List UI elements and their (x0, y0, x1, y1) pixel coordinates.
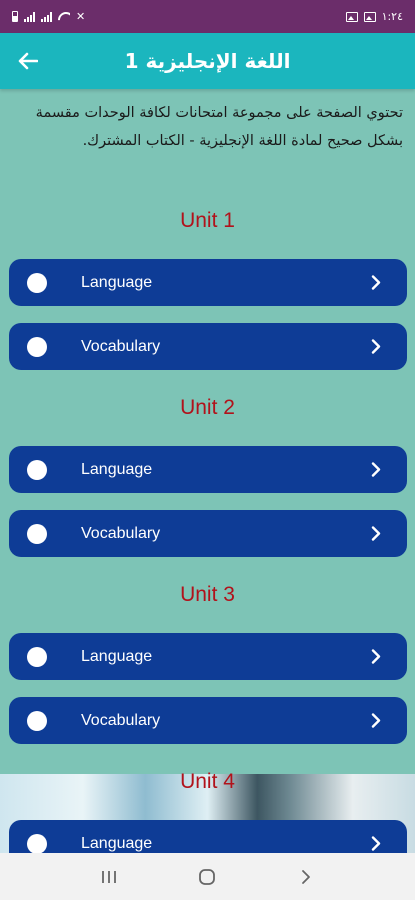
status-time: ١:٢٤ (381, 10, 403, 23)
unit1-vocabulary-button[interactable]: Vocabulary (9, 323, 407, 370)
circle-icon (27, 273, 47, 293)
unit1-language-button[interactable]: Language (9, 259, 407, 306)
chevron-right-icon (371, 713, 381, 728)
circle-icon (27, 524, 47, 544)
unit2-vocabulary-button[interactable]: Vocabulary (9, 510, 407, 557)
battery-icon (12, 11, 18, 22)
item-label: Language (81, 648, 153, 665)
item-label: Vocabulary (81, 525, 161, 542)
unit2-language-button[interactable]: Language (9, 446, 407, 493)
arrow-left-icon (18, 52, 38, 70)
item-label: Vocabulary (81, 338, 161, 355)
circle-icon (27, 711, 47, 731)
circle-icon (27, 834, 47, 853)
item-label: Vocabulary (81, 712, 161, 729)
circle-icon (27, 460, 47, 480)
chevron-right-icon (371, 836, 381, 851)
circle-icon (27, 647, 47, 667)
status-bar: ✕ ١:٢٤ (0, 0, 415, 33)
recent-apps-icon (102, 870, 117, 883)
item-label: Language (81, 461, 153, 478)
chevron-right-icon (371, 649, 381, 664)
signal-icon-2 (41, 11, 52, 22)
mute-icon: ✕ (76, 9, 86, 23)
unit3-vocabulary-button[interactable]: Vocabulary (9, 697, 407, 744)
chevron-right-icon (371, 275, 381, 290)
unit-title: Unit 2 (180, 396, 235, 419)
chevron-right-icon (301, 869, 310, 884)
item-label: Language (81, 835, 153, 852)
item-label: Language (81, 274, 153, 291)
app-header: اللغة الإنجليزية 1 (0, 33, 415, 89)
status-icons-left: ✕ (12, 11, 85, 22)
chevron-right-icon (371, 339, 381, 354)
recent-apps-button[interactable] (89, 862, 129, 892)
chevron-right-icon (371, 462, 381, 477)
circle-icon (27, 337, 47, 357)
nav-back-button[interactable] (286, 862, 326, 892)
wifi-icon (58, 12, 70, 22)
home-icon (199, 868, 216, 885)
unit-title: Unit 1 (180, 209, 235, 232)
unit3-language-button[interactable]: Language (9, 633, 407, 680)
unit4-language-button[interactable]: Language (9, 820, 407, 853)
content-area[interactable]: تحتوي الصفحة على مجموعة امتحانات لكافة ا… (0, 89, 415, 853)
status-icons-right: ١:٢٤ (345, 10, 403, 23)
intro-text: تحتوي الصفحة على مجموعة امتحانات لكافة ا… (35, 105, 403, 149)
gallery-notification-icon (363, 11, 376, 22)
chevron-right-icon (371, 526, 381, 541)
page-title: اللغة الإنجليزية 1 (124, 49, 291, 73)
unit-title: Unit 3 (180, 583, 235, 606)
back-button[interactable] (12, 45, 44, 77)
navigation-bar (0, 853, 415, 900)
unit-title: Unit 4 (180, 770, 235, 793)
image-notification-icon (345, 11, 358, 22)
signal-icon (24, 11, 35, 22)
home-button[interactable] (187, 862, 227, 892)
